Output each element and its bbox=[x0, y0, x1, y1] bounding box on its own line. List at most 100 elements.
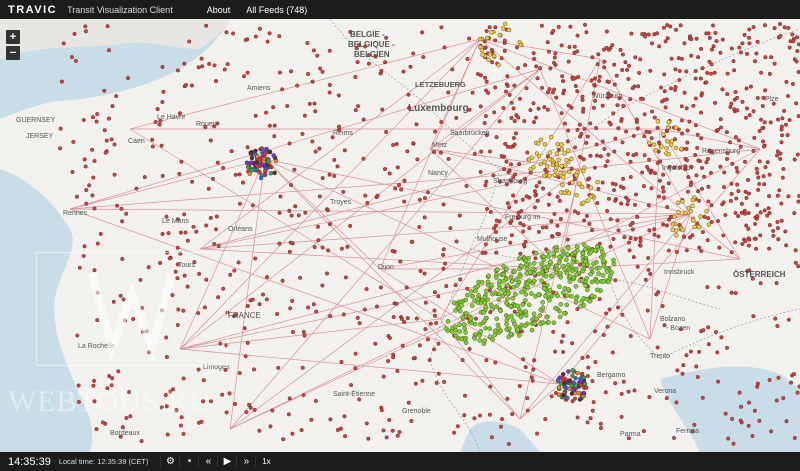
transit-stop[interactable] bbox=[490, 306, 495, 312]
transit-stop[interactable] bbox=[679, 146, 684, 152]
transit-stop[interactable] bbox=[752, 408, 757, 413]
transit-stop[interactable] bbox=[757, 181, 762, 186]
transit-stop[interactable] bbox=[699, 248, 704, 253]
transit-stop[interactable] bbox=[680, 199, 685, 204]
transit-stop[interactable] bbox=[565, 320, 570, 325]
transit-stop[interactable] bbox=[539, 23, 544, 28]
transit-stop[interactable] bbox=[565, 245, 571, 251]
transit-stop[interactable] bbox=[131, 317, 136, 322]
transit-stop[interactable] bbox=[548, 259, 553, 265]
transit-stop[interactable] bbox=[487, 334, 493, 340]
transit-stop[interactable] bbox=[361, 117, 366, 122]
transit-stop[interactable] bbox=[674, 232, 679, 238]
transit-stop[interactable] bbox=[425, 337, 430, 342]
transit-stop[interactable] bbox=[674, 249, 679, 254]
transit-stop[interactable] bbox=[747, 113, 752, 118]
transit-stop[interactable] bbox=[106, 48, 111, 53]
transit-stop[interactable] bbox=[582, 218, 587, 223]
transit-stop[interactable] bbox=[597, 78, 602, 83]
transit-stop[interactable] bbox=[473, 316, 478, 321]
transit-stop[interactable] bbox=[570, 399, 575, 404]
transit-stop[interactable] bbox=[510, 412, 515, 417]
transit-stop[interactable] bbox=[665, 139, 670, 144]
transit-stop[interactable] bbox=[595, 179, 600, 185]
transit-stop[interactable] bbox=[661, 25, 666, 30]
transit-stop[interactable] bbox=[82, 157, 87, 162]
transit-stop[interactable] bbox=[775, 193, 780, 198]
transit-stop[interactable] bbox=[771, 233, 776, 238]
transit-stop[interactable] bbox=[697, 198, 702, 203]
transit-stop[interactable] bbox=[247, 402, 252, 407]
transit-stop[interactable] bbox=[548, 134, 554, 140]
transit-stop[interactable] bbox=[248, 150, 253, 155]
transit-stop[interactable] bbox=[694, 36, 699, 41]
transit-stop[interactable] bbox=[751, 109, 756, 114]
transit-stop[interactable] bbox=[590, 408, 595, 413]
transit-stop[interactable] bbox=[531, 51, 536, 56]
transit-stop[interactable] bbox=[327, 82, 332, 87]
transit-stop[interactable] bbox=[191, 224, 196, 229]
transit-stop[interactable] bbox=[126, 390, 131, 395]
transit-stop[interactable] bbox=[618, 184, 623, 189]
transit-stop[interactable] bbox=[183, 230, 188, 235]
transit-stop[interactable] bbox=[600, 272, 606, 278]
transit-stop[interactable] bbox=[762, 23, 767, 28]
transit-stop[interactable] bbox=[698, 214, 703, 219]
transit-stop[interactable] bbox=[287, 208, 292, 213]
transit-stop[interactable] bbox=[762, 208, 767, 213]
transit-stop[interactable] bbox=[661, 172, 666, 177]
transit-stop[interactable] bbox=[508, 274, 514, 280]
transit-stop[interactable] bbox=[504, 89, 509, 94]
transit-stop[interactable] bbox=[353, 108, 358, 113]
transit-stop[interactable] bbox=[729, 181, 734, 186]
transit-stop[interactable] bbox=[417, 343, 422, 348]
transit-stop[interactable] bbox=[793, 260, 798, 265]
transit-stop[interactable] bbox=[583, 259, 589, 265]
transit-stop[interactable] bbox=[116, 369, 121, 374]
transit-stop[interactable] bbox=[316, 238, 321, 243]
transit-stop[interactable] bbox=[723, 212, 728, 217]
transit-stop[interactable] bbox=[552, 87, 557, 92]
transit-stop[interactable] bbox=[409, 419, 414, 424]
transit-stop[interactable] bbox=[679, 104, 684, 109]
transit-stop[interactable] bbox=[391, 315, 396, 320]
transit-stop[interactable] bbox=[597, 297, 602, 302]
transit-stop[interactable] bbox=[142, 175, 147, 180]
transit-stop[interactable] bbox=[734, 196, 739, 201]
transit-stop[interactable] bbox=[600, 103, 605, 108]
transit-stop[interactable] bbox=[543, 417, 548, 422]
transit-stop[interactable] bbox=[92, 268, 97, 273]
transit-stop[interactable] bbox=[560, 74, 565, 79]
transit-stop[interactable] bbox=[124, 211, 129, 216]
transit-stop[interactable] bbox=[733, 135, 738, 140]
transit-stop[interactable] bbox=[555, 194, 560, 199]
transit-stop[interactable] bbox=[628, 174, 633, 179]
transit-stop[interactable] bbox=[787, 45, 792, 50]
transit-stop[interactable] bbox=[175, 323, 180, 328]
transit-stop[interactable] bbox=[438, 150, 443, 155]
transit-stop[interactable] bbox=[537, 313, 543, 318]
transit-stop[interactable] bbox=[468, 288, 474, 294]
transit-stop[interactable] bbox=[739, 50, 744, 55]
transit-stop[interactable] bbox=[278, 194, 283, 199]
transit-stop[interactable] bbox=[84, 201, 89, 206]
transit-stop[interactable] bbox=[320, 245, 325, 250]
transit-stop[interactable] bbox=[744, 86, 749, 91]
transit-stop[interactable] bbox=[204, 23, 209, 28]
transit-stop[interactable] bbox=[696, 158, 701, 163]
transit-stop[interactable] bbox=[265, 163, 270, 168]
transit-stop[interactable] bbox=[762, 120, 767, 125]
transit-stop[interactable] bbox=[637, 70, 642, 75]
transit-stop[interactable] bbox=[736, 214, 741, 219]
transit-stop[interactable] bbox=[509, 144, 514, 149]
transit-stop[interactable] bbox=[120, 256, 125, 261]
transit-stop[interactable] bbox=[224, 30, 229, 35]
transit-stop[interactable] bbox=[299, 428, 304, 433]
transit-stop[interactable] bbox=[607, 307, 612, 312]
transit-stop[interactable] bbox=[760, 103, 765, 108]
transit-stop[interactable] bbox=[272, 170, 277, 176]
transit-stop[interactable] bbox=[559, 339, 564, 344]
transit-stop[interactable] bbox=[553, 349, 558, 354]
transit-stop[interactable] bbox=[716, 127, 721, 132]
transit-stop[interactable] bbox=[562, 88, 567, 93]
